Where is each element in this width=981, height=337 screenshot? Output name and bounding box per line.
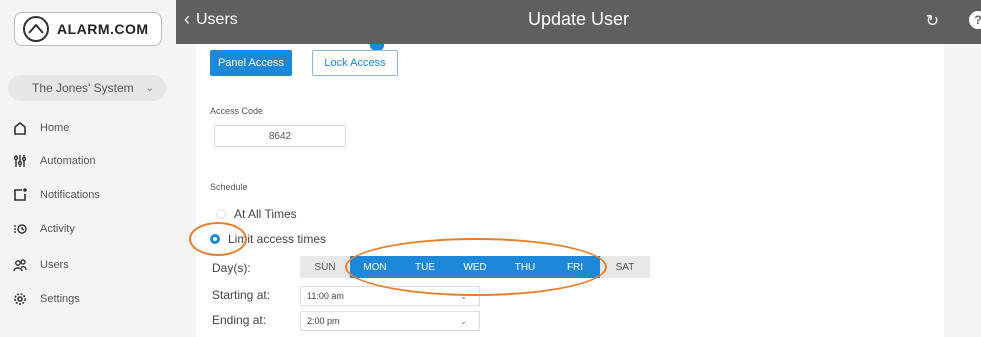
activity-icon [12, 221, 28, 237]
sidebar-item-automation[interactable]: Automation [12, 150, 96, 172]
sidebar-item-home[interactable]: Home [12, 117, 69, 139]
system-name: The Jones' System [32, 81, 134, 95]
sidebar-item-label: Automation [40, 155, 96, 167]
day-mon[interactable]: MON [350, 256, 400, 278]
end-time-label: Ending at: [212, 313, 267, 327]
update-user-panel: Panel Access Lock Access Access Code 864… [196, 44, 944, 337]
days-label: Day(s): [212, 261, 251, 275]
chevron-down-icon: ⌄ [145, 82, 155, 94]
alarm-com-logo[interactable]: ALARM.COM [14, 12, 162, 46]
sidebar-item-notifications[interactable]: Notifications [12, 184, 100, 206]
radio-label: Limit access times [228, 232, 327, 246]
home-icon [12, 120, 28, 136]
sidebar-item-users[interactable]: Users [12, 254, 69, 276]
radio-label: At All Times [234, 207, 297, 221]
tab-lock-access[interactable]: Lock Access [312, 50, 398, 76]
gear-icon [12, 291, 28, 307]
sidebar-item-label: Home [40, 122, 70, 134]
top-header: ‹ Users Update User ↻ ? [176, 0, 981, 44]
sliders-icon [12, 153, 28, 169]
page-title: Update User [527, 9, 630, 29]
tab-panel-access[interactable]: Panel Access [210, 50, 292, 76]
logo-text: ALARM.COM [57, 21, 149, 37]
users-icon [12, 257, 28, 273]
start-time-value: 11:00 am [307, 291, 344, 301]
help-icon[interactable]: ? [969, 11, 981, 29]
end-time-select[interactable]: 2:00 pm ⌄ [300, 311, 480, 331]
end-time-value: 2:00 pm [307, 316, 340, 326]
refresh-icon[interactable]: ↻ [926, 11, 939, 31]
sidebar-item-label: Notifications [40, 189, 100, 201]
sidebar-item-settings[interactable]: Settings [12, 288, 80, 310]
radio-unselected-icon [216, 209, 226, 219]
day-tue[interactable]: TUE [400, 256, 450, 278]
day-fri[interactable]: FRI [550, 256, 600, 278]
day-sun[interactable]: SUN [300, 256, 350, 278]
access-code-field[interactable]: 8642 [214, 125, 346, 147]
day-thu[interactable]: THU [500, 256, 550, 278]
start-time-label: Starting at: [212, 288, 271, 302]
alarm-logo-icon [23, 16, 49, 42]
sidebar-item-activity[interactable]: Activity [12, 218, 75, 240]
sidebar-item-label: Settings [40, 293, 80, 305]
day-sat[interactable]: SAT [600, 256, 650, 278]
sidebar-item-label: Activity [40, 223, 75, 235]
radio-limit-access-times[interactable]: Limit access times [210, 232, 326, 246]
day-wed[interactable]: WED [450, 256, 500, 278]
sidebar: ALARM.COM The Jones' System ⌄ Home Autom… [0, 0, 176, 337]
schedule-label: Schedule [210, 182, 248, 192]
chevron-down-icon: ⌄ [460, 291, 467, 301]
chevron-down-icon: ⌄ [460, 316, 467, 326]
access-code-label: Access Code [210, 106, 264, 116]
radio-selected-icon [210, 234, 220, 244]
sidebar-item-label: Users [40, 259, 69, 271]
notification-icon [12, 187, 28, 203]
start-time-select[interactable]: 11:00 am ⌄ [300, 286, 480, 306]
radio-at-all-times[interactable]: At All Times [216, 207, 297, 221]
system-selector[interactable]: The Jones' System ⌄ [8, 75, 166, 101]
